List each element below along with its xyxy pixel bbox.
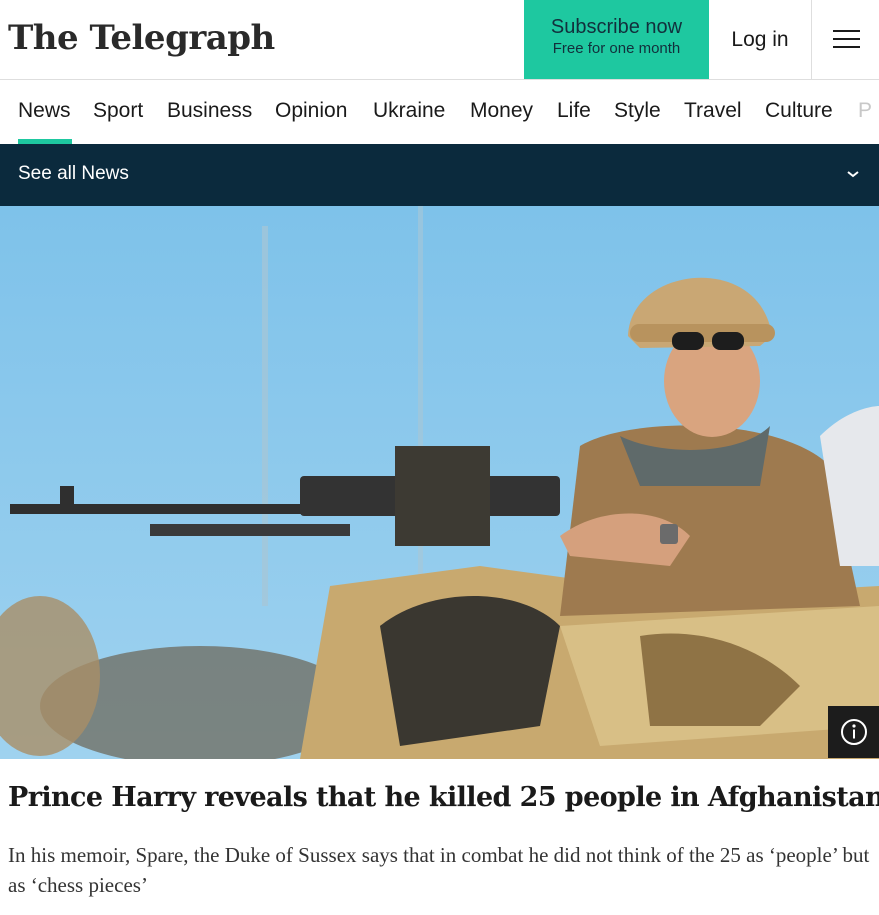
subscribe-button[interactable]: Subscribe now Free for one month	[524, 0, 709, 79]
site-logo[interactable]: The Telegraph	[8, 14, 275, 62]
image-info-button[interactable]	[828, 706, 879, 758]
nav-item-opinion[interactable]: Opinion	[275, 98, 347, 124]
hero-image	[0, 206, 879, 759]
hero-photo	[0, 206, 879, 759]
nav-item-money[interactable]: Money	[470, 98, 533, 124]
subscribe-offer-label: Free for one month	[552, 40, 681, 57]
nav-item-style[interactable]: Style	[614, 98, 661, 124]
section-nav: News Sport Business Opinion Ukraine Mone…	[0, 80, 879, 144]
login-button[interactable]: Log in	[709, 0, 812, 79]
article-headline[interactable]: Prince Harry reveals that he killed 25 p…	[8, 780, 879, 816]
nav-item-overflow[interactable]: P	[858, 98, 872, 124]
nav-item-sport[interactable]: Sport	[93, 98, 143, 124]
nav-item-travel[interactable]: Travel	[684, 98, 742, 124]
chevron-down-icon	[847, 171, 859, 178]
see-all-news-label: See all News	[18, 163, 129, 184]
site-header: The Telegraph Subscribe now Free for one…	[0, 0, 879, 80]
subscribe-label: Subscribe now	[550, 16, 683, 38]
nav-item-culture[interactable]: Culture	[765, 98, 833, 124]
info-icon	[841, 719, 867, 745]
nav-item-business[interactable]: Business	[167, 98, 252, 124]
nav-item-ukraine[interactable]: Ukraine	[373, 98, 445, 124]
article-standfirst: In his memoir, Spare, the Duke of Sussex…	[8, 843, 870, 897]
nav-item-life[interactable]: Life	[557, 98, 591, 124]
menu-button[interactable]	[812, 0, 879, 79]
nav-item-news[interactable]: News	[18, 98, 71, 124]
see-all-news-bar[interactable]: See all News	[0, 144, 879, 206]
